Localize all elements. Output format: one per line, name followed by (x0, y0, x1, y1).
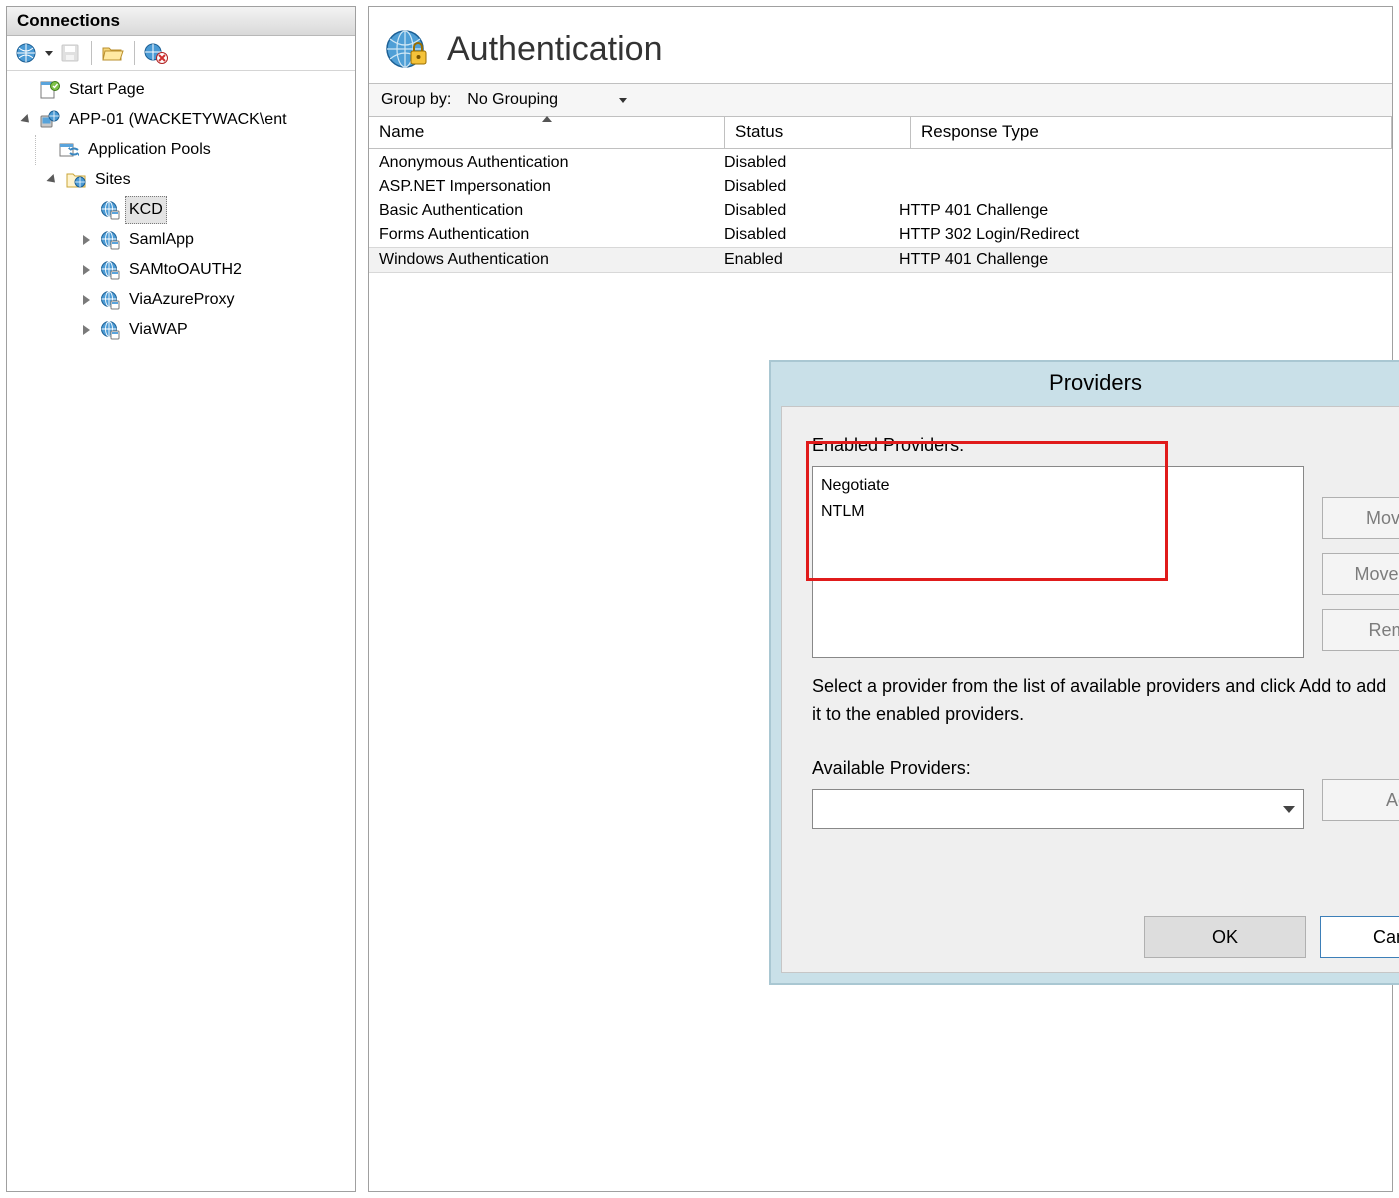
move-down-button[interactable]: Move Down (1322, 553, 1399, 595)
tree-site-item[interactable]: SAMtoOAUTH2 (11, 255, 355, 285)
main-content: Authentication Group by: No Grouping Nam… (368, 6, 1393, 1192)
site-icon (99, 229, 121, 251)
tree-label: SamlApp (125, 226, 198, 254)
collapse-icon[interactable] (20, 114, 32, 126)
providers-instructions: Select a provider from the list of avail… (812, 672, 1392, 728)
start-page-icon (39, 79, 61, 101)
app-pools-icon (58, 139, 80, 161)
auth-grid-row[interactable]: Anonymous AuthenticationDisabled (369, 151, 1392, 175)
site-icon (99, 199, 121, 221)
dialog-titlebar[interactable]: Providers ? x (771, 362, 1399, 404)
dialog-body: Enabled Providers: NegotiateNTLM Move Up… (781, 406, 1399, 973)
tree-start-page[interactable]: Start Page (11, 75, 355, 105)
tree-site-item[interactable]: ViaWAP (11, 315, 355, 345)
connections-panel: Connections Start Page (6, 6, 356, 1192)
toolbar-sep-1 (91, 41, 92, 65)
auth-grid-row[interactable]: ASP.NET ImpersonationDisabled (369, 175, 1392, 199)
cell-name: Anonymous Authentication (369, 154, 714, 172)
connect-dropdown-arrow-icon[interactable] (45, 51, 53, 56)
site-icon (99, 319, 121, 341)
cell-response (889, 154, 1392, 172)
auth-grid-row[interactable]: Windows AuthenticationEnabledHTTP 401 Ch… (369, 247, 1392, 273)
enabled-providers-label: Enabled Providers: (812, 435, 1399, 456)
tree-site-item[interactable]: SamlApp (11, 225, 355, 255)
connections-toolbar (7, 36, 355, 71)
cancel-button[interactable]: Cancel (1320, 916, 1399, 958)
available-providers-label: Available Providers: (812, 758, 1399, 779)
chevron-down-icon (1283, 806, 1295, 813)
remove-button[interactable]: Remove (1322, 609, 1399, 651)
page-title: Authentication (447, 30, 663, 69)
tree-site-item[interactable]: ViaAzureProxy (11, 285, 355, 315)
enabled-provider-item[interactable]: NTLM (821, 499, 1295, 525)
expand-icon[interactable] (83, 295, 90, 305)
tree-label: KCD (125, 196, 167, 224)
tree-sites[interactable]: Sites (11, 165, 355, 195)
tree-label: ViaWAP (125, 316, 192, 344)
cell-status: Disabled (714, 226, 889, 244)
cell-status: Disabled (714, 178, 889, 196)
move-up-button[interactable]: Move Up (1322, 497, 1399, 539)
tree-label: APP-01 (WACKETYWACK\ent (65, 106, 291, 134)
cell-response: HTTP 302 Login/Redirect (889, 226, 1392, 244)
remove-connection-button[interactable] (143, 40, 169, 66)
ok-button[interactable]: OK (1144, 916, 1306, 958)
cell-response (889, 178, 1392, 196)
enabled-providers-list[interactable]: NegotiateNTLM (812, 466, 1304, 658)
tree-label: Application Pools (84, 136, 215, 164)
dialog-title-text: Providers (771, 370, 1399, 396)
col-header-status[interactable]: Status (725, 117, 911, 148)
cell-status: Disabled (714, 154, 889, 172)
cell-name: ASP.NET Impersonation (369, 178, 714, 196)
grid-header: Name Status Response Type (369, 117, 1392, 149)
open-folder-button[interactable] (100, 40, 126, 66)
cell-status: Enabled (714, 251, 889, 269)
tree-label: Start Page (65, 76, 149, 104)
page-header: Authentication (369, 7, 1392, 83)
auth-grid-row[interactable]: Forms AuthenticationDisabledHTTP 302 Log… (369, 223, 1392, 247)
collapse-icon[interactable] (46, 174, 58, 186)
tree-label: SAMtoOAUTH2 (125, 256, 246, 284)
enabled-provider-item[interactable]: Negotiate (821, 473, 1295, 499)
tree-label: ViaAzureProxy (125, 286, 239, 314)
group-by-bar: Group by: No Grouping (369, 83, 1392, 117)
providers-dialog: Providers ? x Enabled Providers: Negotia… (769, 360, 1399, 985)
add-button[interactable]: Add (1322, 779, 1399, 821)
tree-app-pools[interactable]: Application Pools (11, 135, 355, 165)
authentication-icon (385, 27, 429, 71)
connect-button[interactable] (13, 40, 39, 66)
auth-grid-row[interactable]: Basic AuthenticationDisabledHTTP 401 Cha… (369, 199, 1392, 223)
sites-folder-icon (65, 169, 87, 191)
site-icon (99, 289, 121, 311)
cell-name: Forms Authentication (369, 226, 714, 244)
cell-response: HTTP 401 Challenge (889, 251, 1392, 269)
group-by-value: No Grouping (467, 91, 558, 109)
connections-title: Connections (7, 7, 355, 36)
toolbar-sep-2 (134, 41, 135, 65)
available-providers-combo[interactable] (812, 789, 1304, 829)
cell-name: Windows Authentication (369, 251, 714, 269)
connections-tree[interactable]: Start Page APP-01 (WACKETYWACK\ent Appli… (7, 71, 355, 1191)
server-icon (39, 109, 61, 131)
group-by-dropdown[interactable]: No Grouping (461, 90, 633, 110)
cell-name: Basic Authentication (369, 202, 714, 220)
col-header-response[interactable]: Response Type (911, 117, 1392, 148)
provider-side-buttons: Move Up Move Down Remove (1322, 497, 1399, 651)
dialog-actions: OK Cancel (1144, 916, 1399, 958)
grid-body[interactable]: Anonymous AuthenticationDisabledASP.NET … (369, 149, 1392, 275)
col-header-name[interactable]: Name (369, 117, 725, 148)
save-button[interactable] (57, 40, 83, 66)
tree-site-item[interactable]: KCD (11, 195, 355, 225)
sort-asc-icon (542, 116, 552, 122)
tree-label: Sites (91, 166, 135, 194)
expand-icon[interactable] (83, 265, 90, 275)
cell-response: HTTP 401 Challenge (889, 202, 1392, 220)
cell-status: Disabled (714, 202, 889, 220)
site-icon (99, 259, 121, 281)
group-by-label: Group by: (381, 91, 451, 109)
expand-icon[interactable] (83, 325, 90, 335)
tree-server[interactable]: APP-01 (WACKETYWACK\ent (11, 105, 355, 135)
expand-icon[interactable] (83, 235, 90, 245)
chevron-down-icon (619, 98, 627, 103)
